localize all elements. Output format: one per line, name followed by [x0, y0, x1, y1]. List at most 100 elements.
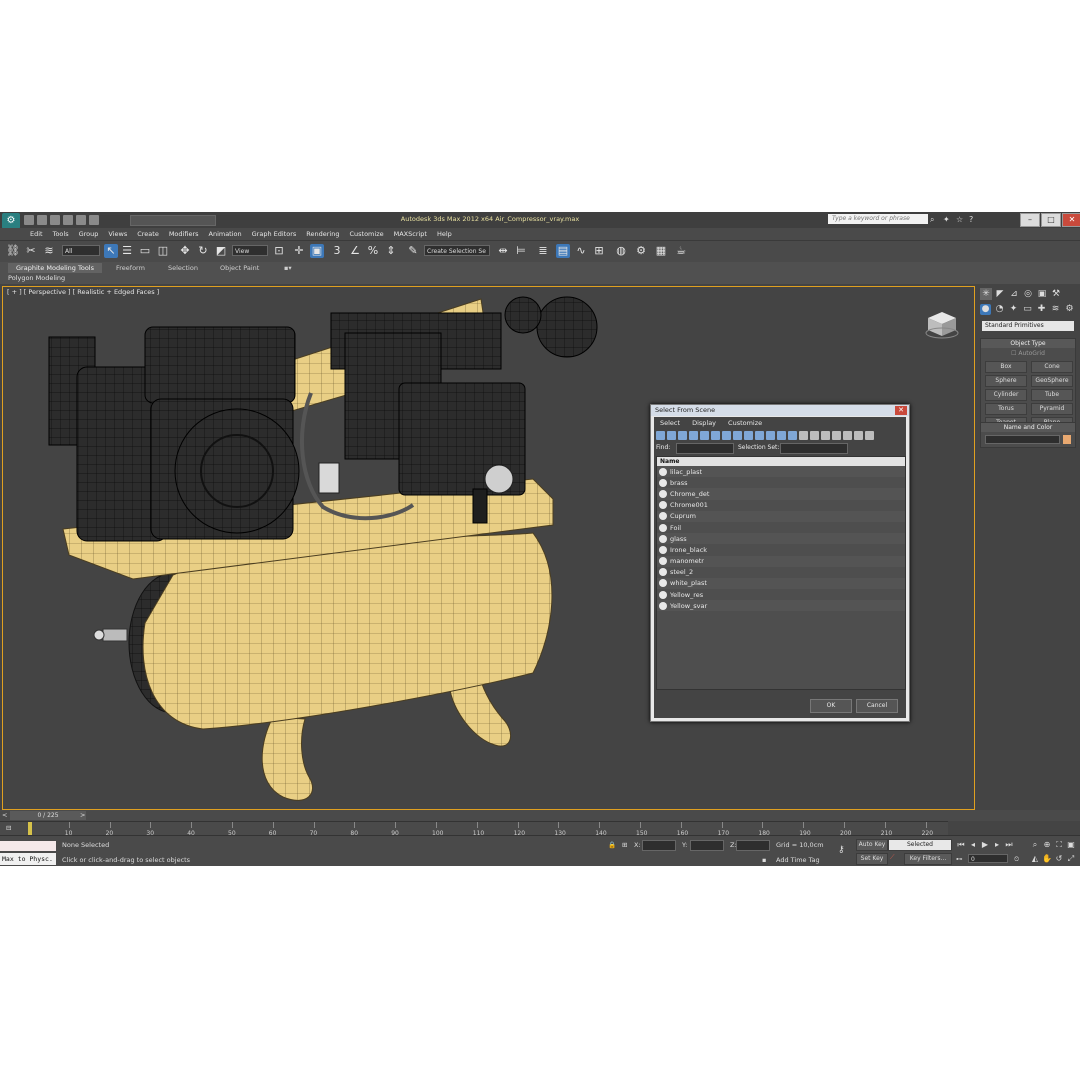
- display-tab-icon[interactable]: ▣: [1036, 288, 1048, 300]
- z-coordinate-field[interactable]: [736, 840, 770, 851]
- snaps-toggle-icon[interactable]: 3: [330, 244, 344, 258]
- time-slider-next-icon[interactable]: >: [80, 811, 85, 819]
- list-item[interactable]: Chrome_det: [657, 488, 905, 500]
- play-icon[interactable]: ▶: [980, 840, 990, 850]
- display-xrefs-icon[interactable]: [733, 431, 742, 440]
- named-selection-dropdown[interactable]: Create Selection Se: [424, 245, 490, 256]
- display-bones-icon[interactable]: [744, 431, 753, 440]
- cancel-button[interactable]: Cancel: [856, 699, 898, 713]
- unlink-icon[interactable]: ✂: [24, 244, 38, 258]
- angle-snap-icon[interactable]: ∠: [348, 244, 362, 258]
- maxscript-mini-listener[interactable]: Max to Physc.: [0, 853, 56, 865]
- list-item[interactable]: lilac_plast: [657, 466, 905, 478]
- filter-options-icon[interactable]: [865, 431, 874, 440]
- lights-icon[interactable]: ✦: [1008, 304, 1019, 315]
- time-slider-prev-icon[interactable]: <: [2, 811, 7, 819]
- utilities-tab-icon[interactable]: ⚒: [1050, 288, 1062, 300]
- systems-icon[interactable]: ⚙: [1064, 304, 1075, 315]
- tab-selection[interactable]: Selection: [160, 263, 206, 273]
- display-invert-icon[interactable]: [810, 431, 819, 440]
- schematic-view-icon[interactable]: ⊞: [592, 244, 606, 258]
- search-input[interactable]: Type a keyword or phrase: [828, 214, 928, 224]
- list-item[interactable]: Chrome001: [657, 500, 905, 511]
- material-editor-icon[interactable]: ◍: [614, 244, 628, 258]
- maxscript-listener-line[interactable]: [0, 841, 56, 851]
- align-icon[interactable]: ⊨: [514, 244, 528, 258]
- sphere-button[interactable]: Sphere: [985, 375, 1027, 387]
- link-icon[interactable]: ⛓: [6, 244, 20, 258]
- display-none-icon[interactable]: [799, 431, 808, 440]
- shapes-icon[interactable]: ◔: [994, 304, 1005, 315]
- pivot-center-icon[interactable]: ⊡: [272, 244, 286, 258]
- track-bar[interactable]: ⊟ 10 20 30 40 50 60 70 80 90 100 110 120 130 140 150 16…: [0, 821, 948, 837]
- display-hidden-icon[interactable]: [777, 431, 786, 440]
- motion-tab-icon[interactable]: ◎: [1022, 288, 1034, 300]
- render-setup-icon[interactable]: ⚙: [634, 244, 648, 258]
- display-cameras-icon[interactable]: [689, 431, 698, 440]
- field-of-view-icon[interactable]: ◭: [1030, 854, 1040, 864]
- display-frozen-icon[interactable]: [766, 431, 775, 440]
- time-tag-icon[interactable]: ▪: [762, 856, 766, 864]
- undo-icon[interactable]: [63, 215, 73, 225]
- helpers-icon[interactable]: ✚: [1036, 304, 1047, 315]
- previous-frame-icon[interactable]: ◂: [968, 840, 978, 850]
- close-button[interactable]: ✕: [1062, 213, 1080, 227]
- select-move-icon[interactable]: ✥: [178, 244, 192, 258]
- binoculars-icon[interactable]: ⌕: [930, 215, 939, 224]
- filter-icon[interactable]: [854, 431, 863, 440]
- select-none-icon[interactable]: [832, 431, 841, 440]
- tab-object-paint[interactable]: Object Paint: [212, 263, 267, 273]
- communication-icon[interactable]: ☆: [956, 215, 965, 224]
- select-all-icon[interactable]: [821, 431, 830, 440]
- tab-freeform[interactable]: Freeform: [108, 263, 153, 273]
- zoom-extents-all-icon[interactable]: ▣: [1066, 840, 1076, 850]
- hierarchy-tab-icon[interactable]: ⊿: [1008, 288, 1020, 300]
- menu-modifiers[interactable]: Modifiers: [169, 228, 199, 240]
- go-to-end-icon[interactable]: ⏭: [1004, 840, 1014, 850]
- list-item[interactable]: Irone_black: [657, 544, 905, 555]
- mirror-icon[interactable]: ⇹: [496, 244, 510, 258]
- selection-filter-dropdown[interactable]: All: [62, 245, 100, 256]
- zoom-icon[interactable]: ⌕: [1030, 840, 1040, 850]
- viewcube-icon[interactable]: [925, 309, 959, 339]
- find-input[interactable]: [676, 443, 734, 454]
- dialog-close-button[interactable]: ✕: [895, 406, 907, 415]
- menu-animation[interactable]: Animation: [209, 228, 242, 240]
- set-key-mode-icon[interactable]: ⚷: [838, 845, 845, 855]
- ribbon-options-icon[interactable]: ▪▾: [276, 263, 300, 273]
- display-geometry-icon[interactable]: [656, 431, 665, 440]
- torus-button[interactable]: Torus: [985, 403, 1027, 415]
- object-color-swatch[interactable]: [1063, 435, 1071, 444]
- list-item[interactable]: Foil: [657, 522, 905, 533]
- geometry-icon[interactable]: ●: [980, 304, 991, 315]
- keyboard-shortcut-override-icon[interactable]: ▣: [310, 244, 324, 258]
- key-filter-icon[interactable]: ⟋: [890, 853, 895, 862]
- select-rotate-icon[interactable]: ↻: [196, 244, 210, 258]
- modify-tab-icon[interactable]: ◤: [994, 288, 1006, 300]
- object-name-field[interactable]: [985, 435, 1060, 444]
- current-frame-marker[interactable]: [28, 822, 32, 835]
- layer-manager-icon[interactable]: ≣: [536, 244, 550, 258]
- subscription-icon[interactable]: ✦: [943, 215, 952, 224]
- ok-button[interactable]: OK: [810, 699, 852, 713]
- display-lights-icon[interactable]: [678, 431, 687, 440]
- project-field[interactable]: [130, 215, 216, 226]
- box-button[interactable]: Box: [985, 361, 1027, 373]
- list-item[interactable]: white_plast: [657, 577, 905, 590]
- project-folder-icon[interactable]: [89, 215, 99, 225]
- list-item[interactable]: Yellow_res: [657, 589, 905, 600]
- open-file-icon[interactable]: [37, 215, 47, 225]
- dialog-menu-display[interactable]: Display: [692, 419, 716, 427]
- mini-curve-editor-icon[interactable]: ⊟: [6, 824, 11, 832]
- select-scale-icon[interactable]: ◩: [214, 244, 228, 258]
- menu-graph-editors[interactable]: Graph Editors: [252, 228, 297, 240]
- new-file-icon[interactable]: [24, 215, 34, 225]
- bind-space-warp-icon[interactable]: ≋: [42, 244, 56, 258]
- list-item[interactable]: Yellow_svar: [657, 600, 905, 612]
- maximize-viewport-icon[interactable]: ⤢: [1066, 854, 1076, 864]
- help-icon[interactable]: ?: [969, 215, 978, 224]
- key-mode-toggle-icon[interactable]: ⊷: [956, 855, 963, 863]
- redo-icon[interactable]: [76, 215, 86, 225]
- selection-set-dropdown[interactable]: [780, 443, 848, 454]
- auto-key-button[interactable]: Auto Key: [856, 839, 888, 851]
